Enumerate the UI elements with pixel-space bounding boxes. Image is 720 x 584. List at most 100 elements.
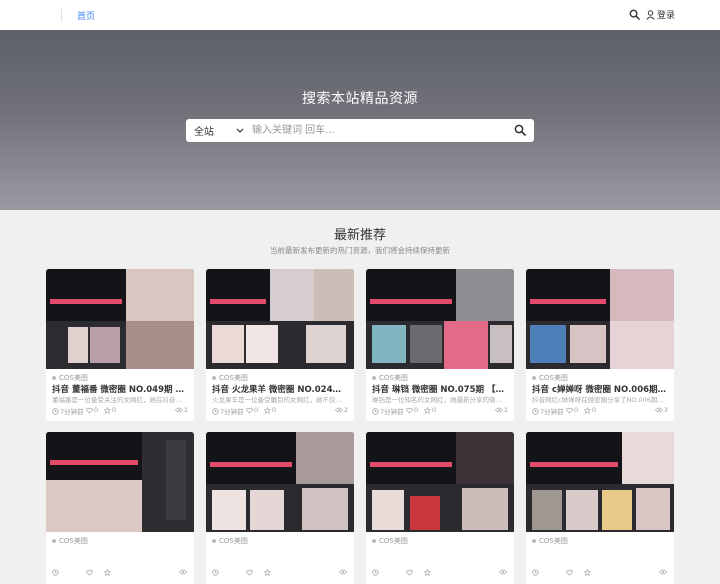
nav-link-home[interactable]: 首页: [77, 9, 95, 22]
thumbnail-block: [602, 490, 632, 530]
post-time-text: 7分钟前: [540, 408, 564, 416]
post-stars[interactable]: [104, 569, 112, 576]
thumbnail-block: [50, 460, 138, 465]
post-stars[interactable]: [424, 569, 432, 576]
post-thumbnail[interactable]: [366, 269, 514, 369]
post-stars-count: 0: [272, 406, 277, 414]
thumbnail-block: [126, 269, 194, 321]
post-card[interactable]: COS美图: [206, 432, 354, 584]
thumbnail-block: [610, 321, 674, 369]
star-icon: [264, 569, 271, 576]
post-time: 7分钟前: [212, 406, 244, 416]
post-time: 7分钟前: [532, 406, 564, 416]
post-likes[interactable]: 0: [86, 406, 98, 414]
category-label: COS美图: [219, 373, 248, 382]
post-likes[interactable]: 0: [566, 406, 578, 414]
heart-icon: [246, 407, 253, 414]
post-category[interactable]: COS美图: [52, 373, 88, 382]
category-label: COS美图: [379, 536, 408, 545]
eye-icon: [179, 569, 187, 575]
search-icon[interactable]: [629, 9, 640, 20]
post-meta: [212, 569, 348, 578]
post-views-count: 1: [503, 406, 508, 414]
post-card[interactable]: COS美图: [526, 432, 674, 584]
search-submit-icon[interactable]: [514, 124, 526, 136]
post-card[interactable]: COS美图: [46, 432, 194, 584]
thumbnail-block: [210, 462, 292, 467]
post-category[interactable]: COS美图: [372, 373, 408, 382]
eye-icon: [494, 407, 503, 413]
post-likes[interactable]: [86, 569, 94, 576]
site-logo[interactable]: [44, 6, 62, 24]
post-excerpt: 董福番是一位备受关注的女网红，她在抖音和微密圈...: [52, 396, 188, 404]
post-stars[interactable]: 0: [584, 406, 596, 414]
post-likes[interactable]: [406, 569, 414, 576]
post-views: 2: [334, 406, 348, 414]
post-category[interactable]: COS美图: [212, 536, 248, 545]
post-time: 7分钟前: [52, 406, 84, 416]
post-thumbnail[interactable]: [206, 432, 354, 532]
post-views: [659, 569, 668, 575]
post-stars-count: 0: [592, 406, 597, 414]
search-scope-value: 全站: [194, 127, 214, 138]
post-card[interactable]: COS美图 抖音 董福番 微密圈 NO.049期 【27P】 董福番是一位备受关…: [46, 269, 194, 421]
thumbnail-block: [206, 432, 296, 484]
star-icon: [424, 569, 431, 576]
post-card[interactable]: COS美图 抖音 c婵婵呀 微密圈 NO.006期 【3... 抖音网红c婵婵呀…: [526, 269, 674, 421]
post-time-text: 7分钟前: [60, 408, 84, 416]
post-category[interactable]: COS美图: [52, 536, 88, 545]
post-likes[interactable]: 0: [246, 406, 258, 414]
post-thumbnail[interactable]: [366, 432, 514, 532]
thumbnail-block: [212, 325, 244, 363]
post-likes[interactable]: [566, 569, 574, 576]
post-excerpt: 火龙果羊是一位备受瞩目的女网红，她不仅在抖音...: [212, 396, 348, 404]
post-thumbnail[interactable]: [46, 432, 194, 532]
post-time: [52, 569, 60, 576]
category-dot-icon: [532, 538, 536, 543]
thumbnail-block: [372, 490, 404, 530]
post-views: 1: [494, 406, 508, 414]
chevron-down-icon: [236, 127, 244, 134]
star-icon: [264, 406, 271, 414]
post-thumbnail[interactable]: [526, 432, 674, 532]
post-thumbnail[interactable]: [526, 269, 674, 369]
thumbnail-block: [462, 488, 508, 530]
post-card[interactable]: COS美图 抖音 火龙果羊 微密圈 NO.024期 【18P】 火龙果羊是一位备…: [206, 269, 354, 421]
post-stars[interactable]: 0: [264, 406, 276, 414]
post-category[interactable]: COS美图: [532, 536, 568, 545]
star-icon: [104, 569, 111, 576]
post-stars[interactable]: [584, 569, 592, 576]
hero-banner: 搜索本站精品资源 全站: [0, 30, 720, 210]
category-label: COS美图: [539, 373, 568, 382]
post-time-text: 7分钟前: [380, 408, 404, 416]
section-title: 最新推荐: [333, 228, 386, 243]
post-thumbnail[interactable]: [206, 269, 354, 369]
post-views: 1: [174, 406, 188, 414]
post-category[interactable]: COS美图: [372, 536, 408, 545]
post-likes-count: 0: [414, 406, 419, 414]
thumbnail-block: [532, 490, 562, 530]
post-time-text: 7分钟前: [220, 408, 244, 416]
thumbnail-block: [566, 490, 598, 530]
post-likes[interactable]: [246, 569, 254, 576]
login-button[interactable]: 登录: [646, 8, 675, 21]
post-excerpt: 琳铛是一位知名的女网红，她最新分享的微密圈NO...: [372, 396, 508, 404]
thumbnail-block: [50, 299, 122, 304]
post-thumbnail[interactable]: [46, 269, 194, 369]
clock-icon: [212, 569, 219, 576]
post-stars[interactable]: 0: [424, 406, 436, 414]
thumbnail-block: [526, 432, 622, 484]
post-likes[interactable]: 0: [406, 406, 418, 414]
hero-search-input[interactable]: [252, 121, 500, 140]
post-card[interactable]: COS美图: [366, 432, 514, 584]
clock-icon: [372, 407, 379, 415]
post-category[interactable]: COS美图: [532, 373, 568, 382]
post-stars[interactable]: 0: [104, 406, 116, 414]
thumbnail-block: [206, 269, 270, 321]
post-card[interactable]: COS美图 抖音 琳铛 微密圈 NO.075期 【28P】 琳铛是一位知名的女网…: [366, 269, 514, 421]
thumbnail-block: [456, 432, 514, 484]
thumbnail-block: [370, 299, 452, 304]
thumbnail-block: [270, 269, 314, 321]
post-stars[interactable]: [264, 569, 272, 576]
post-category[interactable]: COS美图: [212, 373, 248, 382]
